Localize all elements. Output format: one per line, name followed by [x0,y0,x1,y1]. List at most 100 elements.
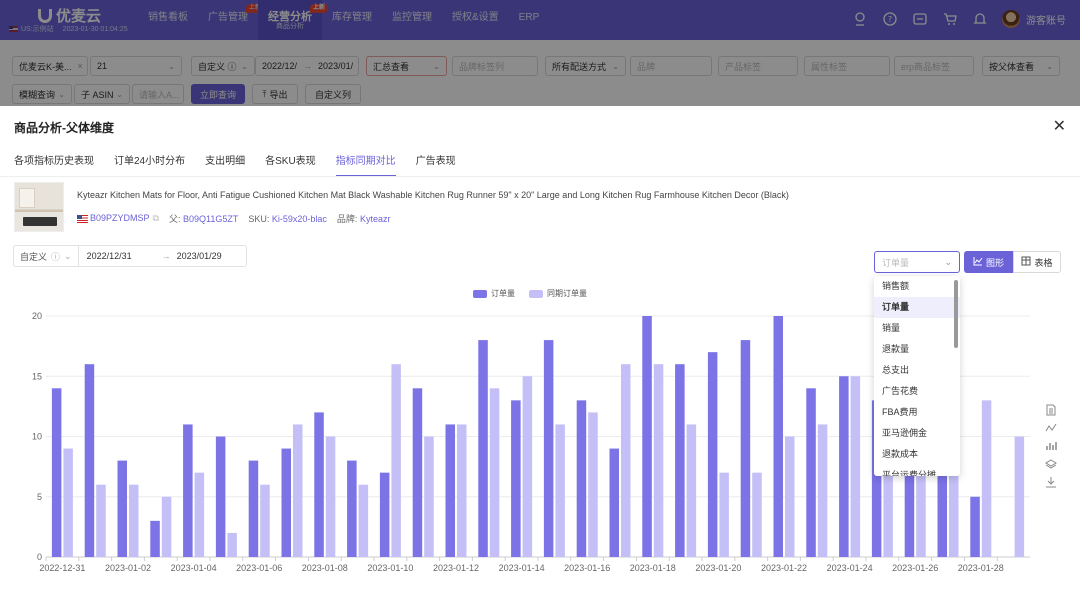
upload-icon: ⤒ [262,88,267,99]
metric-select[interactable]: 订单量 ⌄ [874,251,960,273]
asin-link[interactable]: B09PZYDMSP ⧉ [77,213,159,224]
view-mode-select[interactable]: 汇总查看 ⌄ [366,56,447,76]
product-thumbnail[interactable] [14,182,64,232]
bar [379,472,390,557]
tab-5[interactable]: 广告表现 [416,152,456,177]
brand-tag-select[interactable]: 品牌标签列 [452,56,538,76]
close-icon[interactable]: ✕ [1053,116,1066,136]
export-button[interactable]: ⤒ 导出 [252,84,298,104]
user-menu[interactable]: 游客账号 [1002,10,1066,28]
bar [445,424,455,557]
help-icon[interactable]: ? [882,11,898,27]
search-field-select[interactable]: 子 ASIN ⌄ [74,84,130,104]
dropdown-option[interactable]: 总支出 [874,360,960,381]
bar [1014,436,1025,557]
date-mode-select[interactable]: 自定义 ⓘ ⌄ [14,246,79,266]
bar [752,472,762,557]
x-tick-label: 2023-01-06 [236,563,282,573]
nav-item-1[interactable]: 广告管理 上新 [198,0,264,40]
tab-0[interactable]: 各项指标历史表现 [14,152,94,177]
dropdown-option[interactable]: 退款成本 [874,444,960,465]
y-tick-label: 5 [37,492,42,502]
legend-item-prior-orders[interactable]: 同期订单量 [529,288,587,299]
bar [84,364,95,557]
bar [555,424,565,557]
nav-item-2[interactable]: 经营分析 商品分析 上新 [258,0,328,40]
x-tick-label: 2023-01-12 [433,563,479,573]
attribute-tag-select[interactable]: 属性标签 [804,56,890,76]
legend-item-orders[interactable]: 订单量 [473,288,515,299]
nav-item-4[interactable]: 监控管理 [382,0,442,40]
fulfillment-select[interactable]: 所有配送方式 ⌄ [545,56,626,76]
app-logo[interactable]: 优麦云 [38,5,101,26]
download-app-icon[interactable] [852,11,868,27]
group-by-select[interactable]: 按父体查看 ⌄ [982,56,1060,76]
dropdown-option[interactable]: 退款量 [874,339,960,360]
table-view-button[interactable]: 表格 [1013,251,1061,273]
stack-icon[interactable] [1045,458,1057,470]
product-meta: B09PZYDMSP ⧉ 父: B09Q11G5ZT SKU: Ki-59x20-… [77,212,390,225]
dropdown-option[interactable]: 订单量 [874,297,960,318]
chart-date-range[interactable]: 自定义 ⓘ ⌄ 2022/12/31 → 2023/01/29 [13,245,247,267]
tab-4[interactable]: 指标同期对比 [335,152,396,177]
brand-select[interactable]: 品牌 [630,56,712,76]
x-tick-label: 2023-01-22 [761,563,807,573]
filter-bar: 优麦云K-美... × 21 ⌄ 自定义 ⓘ ⌄ 2022/12/→ 2023/01/ … [0,40,1080,106]
custom-columns-button[interactable]: 自定义列 [305,84,361,104]
product-tag-select[interactable]: 产品标签 [718,56,798,76]
dropdown-option[interactable]: 广告花费 [874,381,960,402]
nav-item-5[interactable]: 授权&设置 [442,0,509,40]
cart-icon[interactable] [942,11,958,27]
us-flag-icon [9,26,18,32]
chart-view-button[interactable]: 图形 [964,251,1013,273]
bar-chart-icon[interactable] [1045,440,1057,452]
search-mode-select[interactable]: 模糊查询 ⌄ [12,84,72,104]
x-tick-label: 2023-01-20 [695,563,741,573]
nav-item-6[interactable]: ERP [509,0,550,40]
tab-2[interactable]: 支出明细 [205,152,245,177]
logo-icon [38,8,52,23]
scrollbar[interactable] [954,280,958,348]
tab-3[interactable]: 各SKU表现 [265,152,316,177]
bar [850,376,861,557]
x-tick-label: 2023-01-24 [827,563,873,573]
bar [293,424,303,557]
line-chart-icon[interactable] [1045,422,1057,434]
dropdown-option[interactable]: 销售额 [874,276,960,297]
dropdown-option[interactable]: 亚马逊佣金 [874,423,960,444]
dropdown-option[interactable]: 平台运费分摊 [874,465,960,476]
line-chart-icon [973,256,983,268]
data-view-icon[interactable] [1045,404,1057,416]
bar [675,364,685,557]
y-tick-label: 15 [32,371,42,381]
end-date[interactable]: 2023/01/29 [177,251,222,261]
product-analysis-modal: 商品分析-父体维度 ✕ 各项指标历史表现 订单24小时分布 支出明细 各SKU表现 指标… [0,106,1080,596]
tabs-divider [0,176,1080,177]
nav-item-0[interactable]: 销售看板 [138,0,198,40]
date-mode-select[interactable]: 自定义 ⓘ ⌄ [191,56,255,76]
product-title[interactable]: Kyteazr Kitchen Mats for Floor, Anti Fat… [77,190,789,200]
message-icon[interactable] [912,11,928,27]
search-button[interactable]: 立即查询 [191,84,245,104]
erp-tag-select[interactable]: erp商品标签 [894,56,974,76]
start-date[interactable]: 2022/12/31 [79,251,132,261]
tab-1[interactable]: 订单24小时分布 [114,152,185,177]
site-select[interactable]: 21 ⌄ [90,56,182,76]
bar [281,448,291,557]
bell-icon[interactable] [972,11,988,27]
bar [740,340,751,557]
brand: 品牌: Kyteazr [336,214,391,224]
bar [96,484,106,557]
dropdown-option[interactable]: 销量 [874,318,960,339]
bar [227,532,237,557]
us-flag-icon [77,214,88,223]
dropdown-option[interactable]: FBA费用 [874,402,960,423]
search-input[interactable]: 请输入A... [132,84,184,104]
bar [981,400,992,557]
download-icon[interactable] [1045,476,1057,488]
nav-item-3[interactable]: 库存管理 [322,0,382,40]
store-select[interactable]: 优麦云K-美... × [12,56,88,76]
bar [183,424,193,557]
date-range-input[interactable]: 2022/12/→ 2023/01/ [255,56,359,76]
bar [719,472,729,557]
